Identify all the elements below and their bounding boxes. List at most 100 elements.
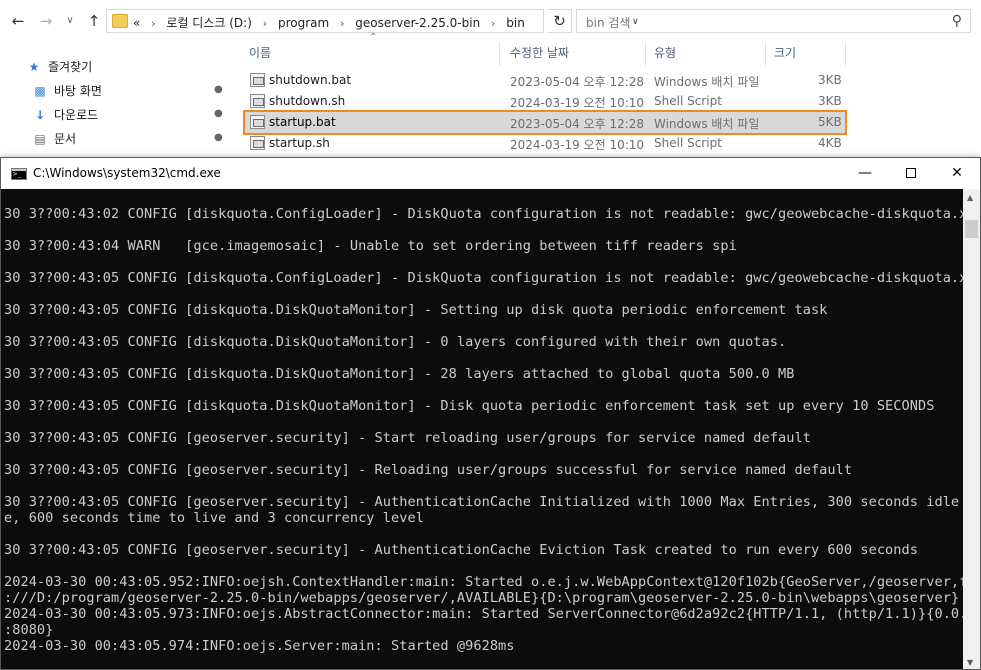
close-icon: ✕ [951, 165, 963, 181]
console-line: 30 3??00:43:02 CONFIG [diskquota.ConfigL… [4, 206, 963, 222]
file-date: 2023-05-04 오후 12:28 [510, 75, 645, 89]
document-icon: ▤ [34, 132, 46, 146]
file-type: Windows 배치 파일 [654, 75, 760, 89]
console-line: 2024-03-30 00:43:05.952:INFO:oejsh.Conte… [4, 574, 963, 590]
folder-icon [112, 14, 128, 28]
cmd-title-bar[interactable]: C:\Windows\system32\cmd.exe — ✕ [1, 158, 980, 189]
column-header-type[interactable]: 유형 [654, 44, 676, 61]
file-date: 2024-03-19 오전 10:10 [510, 138, 645, 152]
file-name: startup.sh [269, 136, 330, 150]
column-divider[interactable] [499, 42, 500, 66]
recent-locations-chevron-icon[interactable]: ∨ [60, 11, 80, 31]
navigation-pane: ★ 즐겨찾기 ▩ 바탕 화면 ● ↓ 다운로드 ● ▤ 문서 ● [0, 42, 232, 160]
console-line: 30 3??00:43:05 CONFIG [diskquota.ConfigL… [4, 270, 963, 286]
column-divider[interactable] [645, 42, 646, 66]
file-name: shutdown.bat [269, 73, 352, 87]
nav-item-label: 다운로드 [54, 108, 99, 122]
back-arrow-icon[interactable]: ← [8, 11, 28, 31]
column-header-date[interactable]: 수정한 날짜 [510, 44, 569, 61]
breadcrumb-overflow[interactable]: « [133, 16, 140, 30]
address-row: ← → ∨ ↑ « › 로컬 디스크 (D:) › program › geos… [0, 7, 981, 35]
vertical-scrollbar[interactable]: ▲ ▼ [963, 189, 980, 669]
search-icon: ⚲ [951, 13, 962, 29]
scroll-down-icon[interactable]: ▼ [967, 658, 973, 667]
script-file-icon [250, 136, 265, 150]
terminal-icon [11, 168, 27, 180]
console-line: 30 3??00:43:05 CONFIG [geoserver.securit… [4, 462, 853, 478]
console-line: :8080} [4, 622, 54, 638]
file-type: Shell Script [654, 94, 722, 108]
nav-item-downloads[interactable]: ↓ 다운로드 [32, 106, 98, 128]
column-divider[interactable] [845, 42, 846, 66]
column-divider[interactable] [765, 42, 766, 66]
file-size: 4KB [818, 136, 842, 150]
file-name: shutdown.sh [269, 94, 346, 108]
file-row-selected[interactable]: startup.bat 2023-05-04 오후 12:28 Windows … [243, 110, 847, 135]
console-line: 30 3??00:43:05 CONFIG [diskquota.DiskQuo… [4, 334, 787, 350]
address-bar[interactable]: « › 로컬 디스크 (D:) › program › geoserver-2.… [106, 9, 639, 33]
breadcrumb-bin[interactable]: bin [506, 16, 525, 30]
console-line: e, 600 seconds time to live and 3 concur… [4, 510, 424, 526]
pin-icon[interactable]: ● [214, 108, 223, 119]
file-size: 3KB [818, 73, 842, 87]
refresh-icon[interactable]: ↻ [548, 9, 572, 33]
console-line: 30 3??00:43:05 CONFIG [geoserver.securit… [4, 542, 918, 558]
up-arrow-icon[interactable]: ↑ [84, 11, 104, 31]
scroll-up-icon[interactable]: ▲ [967, 193, 973, 202]
file-date: 2023-05-04 오후 12:28 [510, 117, 645, 131]
file-size: 3KB [818, 94, 842, 108]
console-line: 2024-03-30 00:43:05.974:INFO:oejs.Server… [4, 638, 515, 654]
console-line: 30 3??00:43:05 CONFIG [diskquota.DiskQuo… [4, 302, 828, 318]
console-line: 30 3??00:43:05 CONFIG [diskquota.DiskQuo… [4, 366, 795, 382]
console-line: 30 3??00:43:04 WARN [gce.imagemosaic] - … [4, 238, 737, 254]
nav-item-desktop[interactable]: ▩ 바탕 화면 [32, 82, 102, 104]
breadcrumb-geoserver[interactable]: geoserver-2.25.0-bin [355, 16, 480, 30]
nav-quick-access-label: 즐겨찾기 [48, 60, 93, 74]
search-input[interactable]: bin 검색 ⚲ [576, 9, 971, 33]
console-line: :///D:/program/geoserver-2.25.0-bin/weba… [4, 590, 960, 606]
breadcrumb: « › 로컬 디스크 (D:) › program › geoserver-2.… [133, 14, 525, 31]
download-icon: ↓ [34, 108, 46, 122]
nav-item-label: 문서 [54, 132, 77, 146]
file-row[interactable]: shutdown.sh 2024-03-19 오전 10:10 Shell Sc… [245, 91, 845, 112]
pin-icon[interactable]: ● [214, 84, 223, 95]
file-type: Windows 배치 파일 [654, 117, 760, 131]
column-header-name[interactable]: 이름 [249, 44, 271, 61]
breadcrumb-separator-icon: › [491, 17, 496, 30]
nav-item-documents[interactable]: ▤ 문서 [32, 130, 76, 152]
file-row[interactable]: shutdown.bat 2023-05-04 오후 12:28 Windows… [245, 70, 845, 91]
maximize-icon [906, 168, 916, 178]
column-header-size[interactable]: 크기 [774, 44, 796, 61]
breadcrumb-drive[interactable]: 로컬 디스크 (D:) [166, 16, 251, 30]
script-file-icon [250, 94, 265, 108]
minimize-button[interactable]: — [842, 158, 888, 189]
maximize-button[interactable] [888, 158, 934, 189]
file-explorer-window: ← → ∨ ↑ « › 로컬 디스크 (D:) › program › geos… [0, 0, 981, 160]
cmd-window: C:\Windows\system32\cmd.exe — ✕ 30 3??00… [0, 157, 981, 670]
console-line: 2024-03-30 00:43:05.973:INFO:oejs.Abstra… [4, 606, 963, 622]
nav-quick-access[interactable]: ★ 즐겨찾기 [26, 58, 93, 80]
pin-icon[interactable]: ● [214, 132, 223, 143]
scrollbar-thumb[interactable] [965, 220, 978, 238]
nav-item-label: 바탕 화면 [54, 84, 102, 98]
console-line: 30 3??00:43:05 CONFIG [diskquota.DiskQuo… [4, 398, 935, 414]
console-output[interactable]: 30 3??00:43:02 CONFIG [diskquota.ConfigL… [1, 189, 963, 669]
star-icon: ★ [28, 60, 40, 74]
file-type: Shell Script [654, 136, 722, 150]
column-headers: 이름 수정한 날짜 유형 크기 [245, 42, 981, 66]
console-line: 30 3??00:43:05 CONFIG [geoserver.securit… [4, 430, 811, 446]
desktop-icon: ▩ [34, 84, 46, 98]
file-size: 5KB [818, 115, 842, 129]
breadcrumb-separator-icon: › [151, 17, 156, 30]
console-line: 30 3??00:43:05 CONFIG [geoserver.securit… [4, 494, 963, 510]
file-row[interactable]: startup.sh 2024-03-19 오전 10:10 Shell Scr… [245, 133, 845, 154]
batch-file-icon [250, 73, 265, 87]
search-placeholder: bin 검색 [586, 16, 631, 30]
breadcrumb-program[interactable]: program [278, 16, 329, 30]
file-name: startup.bat [269, 115, 336, 129]
window-title: C:\Windows\system32\cmd.exe [33, 166, 221, 180]
close-button[interactable]: ✕ [934, 158, 980, 189]
batch-file-icon [250, 115, 265, 129]
forward-arrow-icon[interactable]: → [36, 11, 56, 31]
breadcrumb-separator-icon: › [262, 17, 268, 30]
